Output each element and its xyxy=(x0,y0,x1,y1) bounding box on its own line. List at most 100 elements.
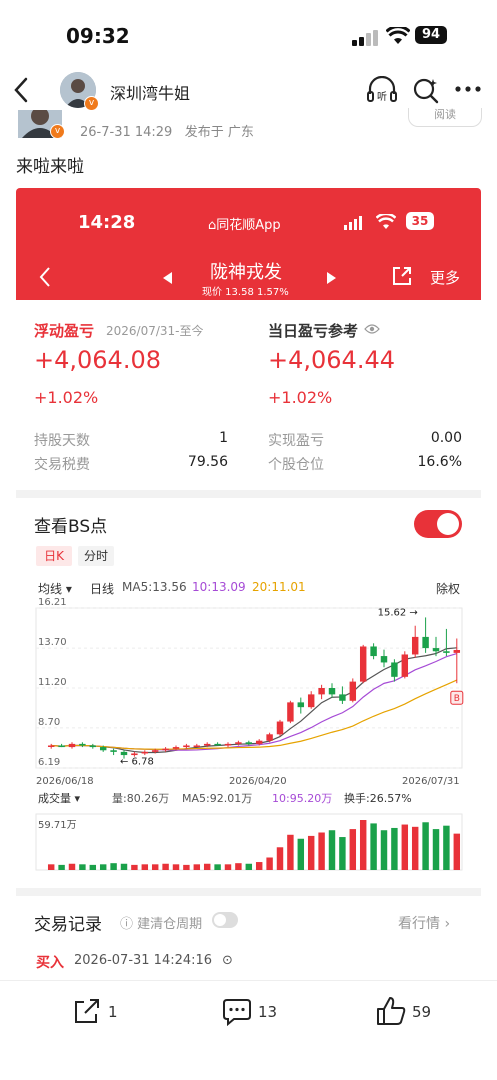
stock-price-line: 现价 13.58 1.57% xyxy=(202,287,289,298)
volume-bar xyxy=(276,847,284,870)
cycle-toggle[interactable] xyxy=(212,912,238,928)
position-label: 个股仓位 xyxy=(268,457,324,473)
app-header: 14:28 ⌂同花顺App 35 陇神戎发 现价 13.58 1.57% 更多 xyxy=(16,188,481,300)
ma20-line xyxy=(51,679,458,750)
like-icon[interactable] xyxy=(376,996,406,1026)
verified-badge-icon: v xyxy=(84,96,99,111)
stock-name: 陇神戎发 xyxy=(210,262,282,283)
volume-bar xyxy=(266,857,273,870)
volume-bar xyxy=(183,864,190,870)
tab-minute[interactable]: 分时 xyxy=(78,546,114,566)
vol-ma5-label: MA5:92.01万 xyxy=(182,792,252,805)
candle-body xyxy=(287,702,294,722)
x-tick-label: 2026/07/31 xyxy=(402,776,460,787)
candle-body xyxy=(318,688,325,695)
target-icon[interactable]: ⊙ xyxy=(222,953,233,968)
candle-body xyxy=(120,751,128,756)
ma10-label: 10:13.09 xyxy=(192,580,246,594)
float-pnl-pct: +1.02% xyxy=(34,388,99,407)
app-back-icon[interactable] xyxy=(38,266,52,288)
app-name: ⌂同花顺App xyxy=(208,218,281,233)
more-link[interactable]: 更多 xyxy=(430,267,460,288)
share-icon[interactable] xyxy=(392,266,412,286)
volume-bar xyxy=(162,863,169,870)
candle-body xyxy=(339,694,346,701)
battery-icon: 94 xyxy=(415,26,447,44)
volume-bar xyxy=(151,864,159,870)
kline-chart[interactable]: 16.21 13.70 11.20 8.70 6.19 15.62 → ← 6.78 B 202… xyxy=(16,598,481,888)
read-button[interactable]: 阅读 xyxy=(408,108,482,127)
info-icon: ⓘ xyxy=(120,917,134,932)
view-quote-link[interactable]: 看行情 › xyxy=(398,913,450,933)
buy-marker-label: B xyxy=(454,694,460,704)
volume-bar xyxy=(203,863,211,870)
x-tick-label: 2026/06/18 xyxy=(36,776,94,787)
pnl-card: 浮动盈亏 2026/07/31-至今 +4,064.08 +1.02% 当日盈亏… xyxy=(16,300,481,490)
post-verified-icon: v xyxy=(50,124,65,139)
volume-bar xyxy=(432,829,440,870)
vol-label: 量:80.26万 xyxy=(112,792,169,805)
volume-bar xyxy=(141,864,149,870)
tab-day-k[interactable]: 日K xyxy=(36,546,72,566)
trade-title: 交易记录 xyxy=(34,915,102,935)
candle-body xyxy=(266,734,273,741)
trade-time: 2026-07-31 14:24:16 xyxy=(74,953,213,968)
candle-body xyxy=(453,649,461,653)
volume-bar xyxy=(318,832,325,870)
candle-body xyxy=(47,745,55,747)
daily-pnl-pct: +1.02% xyxy=(268,388,333,407)
volume-bar xyxy=(401,824,409,870)
volume-panel-frame xyxy=(35,813,463,871)
eye-icon[interactable] xyxy=(364,323,380,335)
dropdown-arrow-icon: ▾ xyxy=(65,582,72,596)
candle-body xyxy=(224,743,232,746)
bs-toggle[interactable] xyxy=(414,510,462,538)
candle-body xyxy=(99,747,107,751)
candle-body xyxy=(193,745,201,747)
post-location: 发布于 广东 xyxy=(184,125,254,140)
app-time: 14:28 xyxy=(78,212,136,233)
search-icon[interactable] xyxy=(412,76,440,104)
cycle-label: ⓘ 建清仓周期 xyxy=(120,917,203,932)
trade-type: 买入 xyxy=(36,955,64,971)
volume-bar xyxy=(131,864,138,870)
y-tick-label: 16.21 xyxy=(38,598,67,608)
comment-icon[interactable] xyxy=(222,998,252,1026)
volume-bar xyxy=(453,833,461,870)
candle-body xyxy=(172,747,180,749)
volume-bar xyxy=(339,837,346,870)
volume-bar xyxy=(380,830,388,870)
like-count[interactable]: 59 xyxy=(412,1003,431,1021)
status-bar: 09:32 94 xyxy=(0,0,497,70)
realized-value: 0.00 xyxy=(430,430,462,446)
bs-card: 查看BS点 日K 分时 均线 ▾ 日线 MA5:13.56 10:13.09 2… xyxy=(16,498,481,888)
back-icon[interactable] xyxy=(12,76,30,104)
volume-bar xyxy=(422,822,429,870)
post-image[interactable]: 14:28 ⌂同花顺App 35 陇神戎发 现价 13.58 1.57% 更多 … xyxy=(16,188,481,978)
volume-bar xyxy=(287,834,294,870)
y-tick-label: 6.19 xyxy=(38,757,60,768)
share-icon[interactable] xyxy=(72,998,102,1026)
more-icon[interactable] xyxy=(454,84,482,94)
volume-bar xyxy=(297,838,305,870)
status-time: 09:32 xyxy=(66,24,130,48)
listen-icon[interactable]: 听 xyxy=(366,76,398,104)
fee-label: 交易税费 xyxy=(34,457,90,473)
author-name[interactable]: 深圳湾牛姐 xyxy=(110,80,190,104)
candle-body xyxy=(141,751,149,754)
ma5-label: MA5:13.56 xyxy=(122,580,187,594)
daily-pnl-label: 当日盈亏参考 xyxy=(268,322,359,340)
vol-tick-label: 59.71万 xyxy=(38,820,77,831)
y-tick-label: 11.20 xyxy=(38,677,67,688)
candle-body xyxy=(203,743,211,746)
comment-count[interactable]: 13 xyxy=(258,1003,277,1021)
adjust-label[interactable]: 除权 xyxy=(436,580,460,597)
indicator-select[interactable]: 均线 ▾ xyxy=(38,580,72,597)
candle-body xyxy=(297,702,305,708)
prev-stock-icon[interactable] xyxy=(163,272,173,284)
y-tick-label: 13.70 xyxy=(38,637,67,648)
next-stock-icon[interactable] xyxy=(326,272,336,284)
volume-bar xyxy=(328,830,336,870)
share-count[interactable]: 1 xyxy=(108,1003,118,1021)
volume-bar xyxy=(193,864,201,870)
